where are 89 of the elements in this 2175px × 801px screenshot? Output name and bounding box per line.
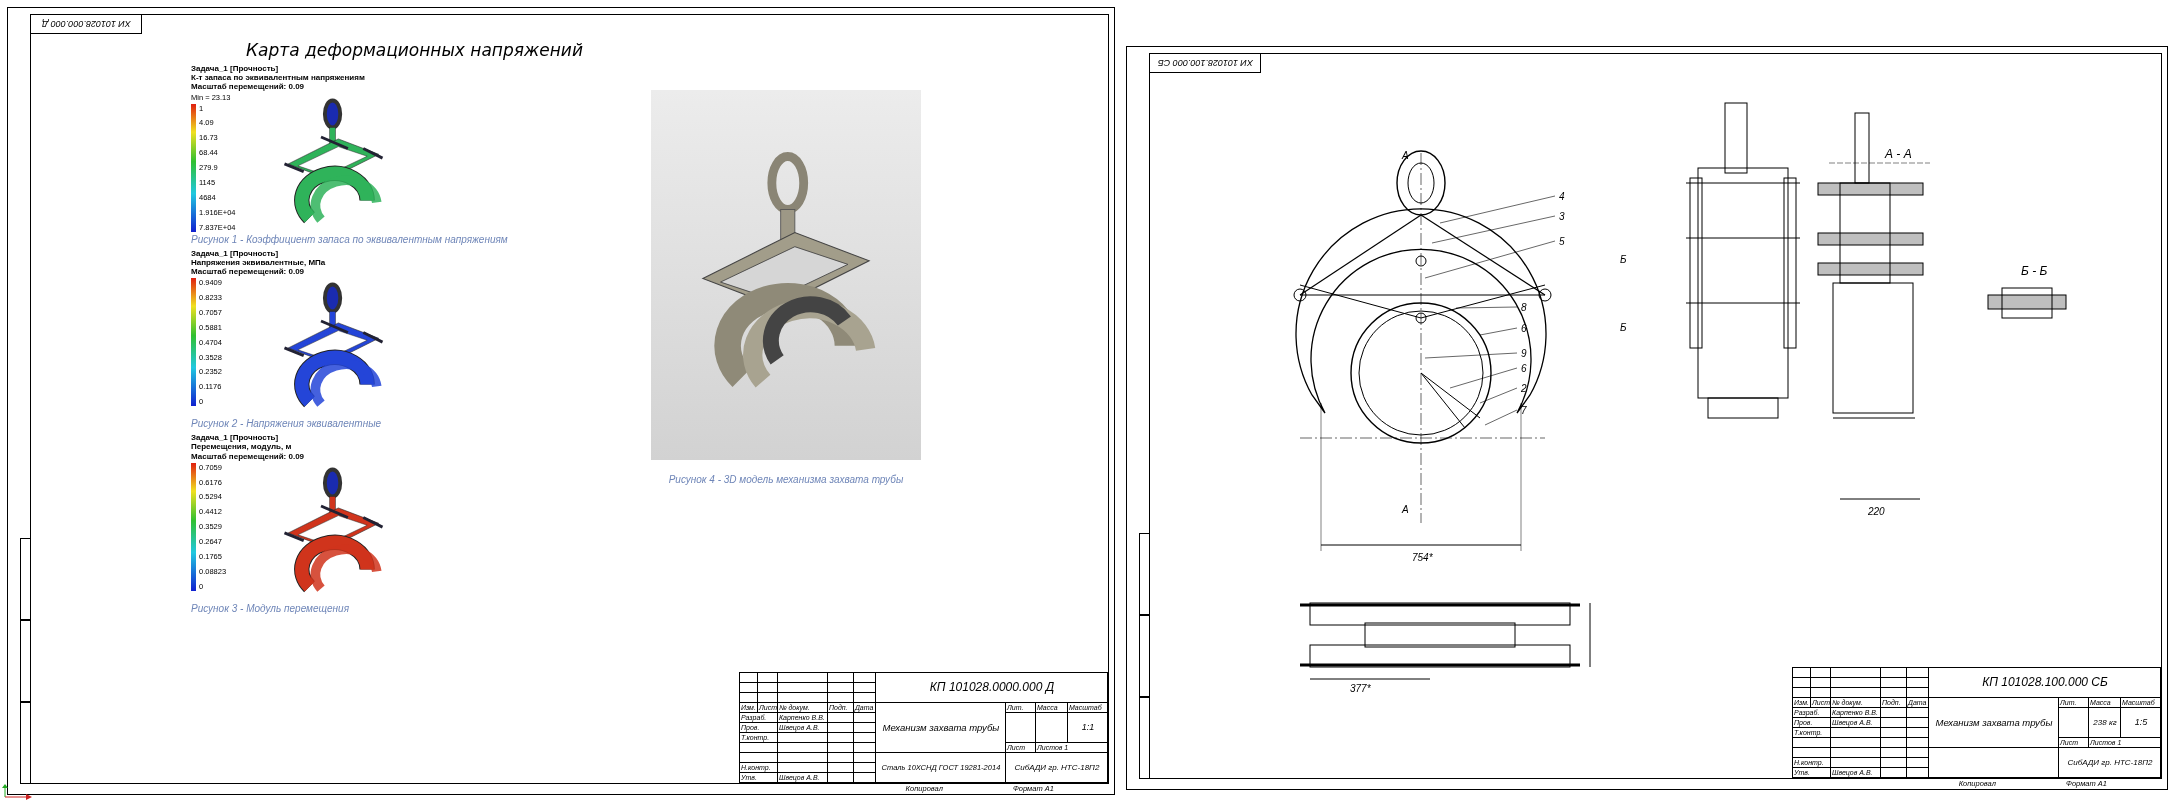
scale-value: 1:1 (1067, 713, 1108, 743)
title-block-cell (827, 723, 854, 733)
result-header: Задача_1 [Прочность] К-т запаса по эквивалентным напряжениям Масштаб перемещений: 0.09 (191, 64, 365, 92)
part-number-label: 5 (1558, 236, 1565, 247)
title-block-cell (827, 763, 854, 773)
title-block-cell (1881, 728, 1907, 738)
title-block-cell (1907, 708, 1929, 718)
title-block-cell (1881, 708, 1907, 718)
title-block-cell (1907, 738, 1929, 748)
title-block-cell (1831, 738, 1881, 748)
title-block-cell (1831, 688, 1881, 698)
title-block-cell (853, 743, 876, 753)
title-block-cell (1907, 728, 1929, 738)
organization-text: СибАДИ гр. НТС-18П2 (2059, 748, 2161, 778)
part-number-label: 8 (1520, 302, 1527, 313)
title-block-cell (1881, 748, 1907, 758)
result-header: Задача_1 [Прочность] Напряжения эквивалентные, МПа Масштаб перемещений: 0.09 (191, 248, 326, 277)
axis-icon (2, 784, 32, 800)
part-number-label: 9 (1520, 348, 1527, 359)
part-number-label: 7 (1520, 405, 1527, 416)
product-name: Механизм захвата трубы (1929, 698, 2059, 748)
title-block-cell (2059, 708, 2089, 738)
title-block-cell (1811, 688, 1831, 698)
part-number-label: 6 (1520, 363, 1527, 374)
figure-caption: Рисунок 1 - Коэффициент запаса по эквивалентным напряжениям (191, 233, 508, 245)
title-block-cell (853, 763, 876, 773)
title-block-cell (1881, 758, 1907, 768)
section-mark: Б (1619, 322, 1627, 333)
dimension-label: 377* (1349, 683, 1371, 694)
document-designation: КП 101028.100.000 СБ (1929, 668, 2161, 698)
title-block-cell (777, 753, 828, 763)
title-block-cell (777, 683, 828, 693)
result-header: Задача_1 [Прочность] Перемещения, модуль, м Масштаб перемещений: 0.09 (191, 433, 305, 461)
figure-caption: Рисунок 3 - Модуль перемещения (191, 602, 349, 614)
sheet-title: Карта деформационных напряжений (246, 40, 583, 60)
title-block-cell (1831, 678, 1881, 688)
title-block-cell (1907, 758, 1929, 768)
leader-line (1455, 306, 1518, 309)
title-block-cell (777, 733, 828, 743)
title-block-cell (777, 763, 828, 773)
product-name: Механизм захвата трубы (875, 703, 1006, 753)
title-block-cell (757, 693, 778, 703)
title-block-cell (757, 683, 778, 693)
dimension-label: 754* (1411, 552, 1433, 563)
title-block-cell (827, 733, 854, 743)
title-block-cell (1811, 678, 1831, 688)
title-block-cell (777, 693, 828, 703)
title-block-cell (1831, 758, 1881, 768)
title-block-cell (1907, 748, 1929, 758)
title-block-cell (1005, 713, 1036, 743)
section-label: Б - Б (2020, 264, 2048, 278)
dimension-label: 220 (1867, 506, 1885, 517)
section-mark: А (1401, 504, 1409, 515)
title-block-cell (777, 743, 828, 753)
title-block-cell (827, 683, 854, 693)
title-block-cell (1881, 738, 1907, 748)
title-block-cell (853, 693, 876, 703)
section-mark: Б (1619, 254, 1627, 265)
title-block-cell (1881, 718, 1907, 728)
title-block-cell (1881, 678, 1907, 688)
part-number-label: 4 (1558, 191, 1565, 202)
document-code-stamp: ХИ 101028.000.000 Д (31, 15, 142, 34)
part-number-label: 3 (1558, 211, 1565, 222)
title-block-cell (853, 733, 876, 743)
title-block-cell (1831, 728, 1881, 738)
part-number-label: 2 (1520, 383, 1527, 394)
title-block-cell (827, 693, 854, 703)
organization-text: СибАДИ гр. НТС-18П2 (1005, 753, 1108, 783)
title-block-cell (1907, 678, 1929, 688)
title-block-cell (853, 753, 876, 763)
scale-value: 1:5 (2121, 708, 2161, 738)
title-block-cell (827, 743, 854, 753)
title-block-cell (853, 713, 876, 723)
title-block-cell (1831, 748, 1881, 758)
figure-caption: Рисунок 4 - 3D модель механизма захвата трубы (668, 474, 904, 485)
document-code-stamp: ХИ 101028.100.000 СБ (1149, 54, 1261, 73)
document-designation: КП 101028.0000.000 Д (875, 673, 1108, 703)
title-block-cell (1035, 713, 1068, 743)
section-label: А - А (1884, 147, 1912, 161)
title-block-cell (827, 713, 854, 723)
mass-value: 238 кг (2089, 708, 2121, 738)
figure-caption: Рисунок 2 - Напряжения эквивалентные (191, 418, 382, 430)
title-block-cell (1907, 688, 1929, 698)
title-block-cell (1907, 718, 1929, 728)
title-block-cell (853, 723, 876, 733)
title-block-cell (853, 683, 876, 693)
title-block-cell (1881, 688, 1907, 698)
part-number-label: 6 (1520, 323, 1527, 334)
title-block-cell (827, 753, 854, 763)
